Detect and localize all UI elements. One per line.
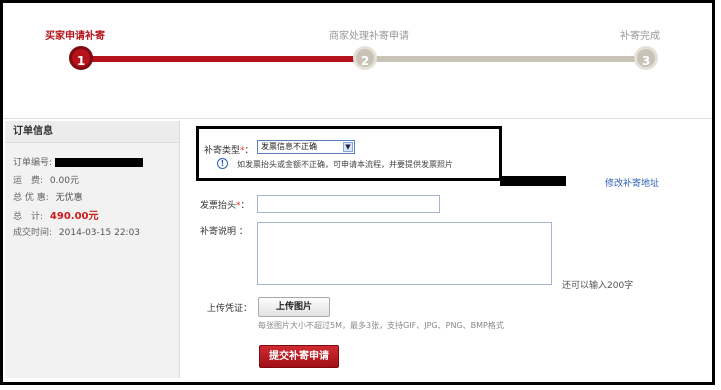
- discount-row: 总 优 惠: 无优惠: [13, 190, 83, 203]
- step-3-circle: 3: [634, 46, 658, 70]
- invoice-title-label: 发票抬头*：: [200, 201, 250, 211]
- progress-track-pending: [355, 56, 645, 62]
- reissue-type-selected: 发票信息不正确: [261, 142, 317, 151]
- time-value: 2014-03-15 22:03: [58, 228, 141, 238]
- reissue-type-highlight: 补寄类型*： 发票信息不正确 ▼ ! 如发票抬头或金额不正确，可申请本流程，并要…: [196, 126, 502, 181]
- shipping-value: 0.00元: [49, 176, 79, 186]
- edit-address-link[interactable]: 修改补寄地址: [605, 176, 659, 189]
- total-value: 490.00元: [49, 211, 99, 222]
- total-row: 总 计: 490.00元: [13, 207, 99, 222]
- description-label: 补寄说明 ：: [200, 227, 248, 237]
- step-1-circle: 1: [69, 46, 93, 70]
- order-number-row: 订单编号:: [13, 155, 143, 168]
- upload-image-button[interactable]: 上传图片: [258, 297, 330, 317]
- reissue-type-select[interactable]: 发票信息不正确 ▼: [257, 140, 355, 154]
- submit-reissue-button[interactable]: 提交补寄申请: [259, 345, 339, 368]
- step-2-label: 商家处理补寄申请: [329, 31, 409, 42]
- step-3-label: 补寄完成: [620, 31, 660, 42]
- info-icon: !: [217, 158, 228, 169]
- shipping-row: 运 费: 0.00元: [13, 173, 79, 186]
- progress-track-done: [87, 56, 355, 62]
- invoice-title-input[interactable]: [257, 195, 440, 213]
- description-textarea[interactable]: [257, 222, 552, 285]
- progress-steps: 买家申请补寄 商家处理补寄申请 补寄完成 1 2 3: [7, 6, 708, 118]
- address-redacted: [500, 176, 566, 186]
- time-label: 成交时间:: [13, 228, 53, 238]
- time-row: 成交时间: 2014-03-15 22:03: [13, 225, 140, 238]
- step-2-circle: 2: [353, 46, 377, 70]
- char-count-hint: 还可以输入200字: [562, 281, 634, 291]
- upload-note: 每张图片大小不超过5M，最多3张，支持GIF、JPG、PNG、BMP格式: [258, 321, 504, 330]
- divider: [3, 118, 712, 119]
- discount-value: 无优惠: [55, 193, 83, 203]
- order-number-label: 订单编号:: [13, 158, 53, 168]
- step-1-label: 买家申请补寄: [45, 31, 105, 42]
- discount-label: 总 优 惠:: [13, 193, 49, 203]
- shipping-label: 运 费:: [13, 176, 44, 186]
- total-label: 总 计:: [13, 212, 44, 222]
- order-number-redacted: [54, 158, 143, 167]
- chevron-down-icon[interactable]: ▼: [343, 142, 353, 152]
- order-info-title: 订单信息: [5, 121, 179, 143]
- reissue-type-label: 补寄类型*：: [204, 146, 254, 156]
- order-info-panel: 订单信息 订单编号: 运 费: 0.00元 总 优 惠: 无优惠 总 计: 49…: [5, 121, 180, 378]
- reissue-type-hint: 如发票抬头或金额不正确，可申请本流程，并要提供发票照片: [237, 160, 453, 169]
- upload-label: 上传凭证：: [207, 304, 253, 314]
